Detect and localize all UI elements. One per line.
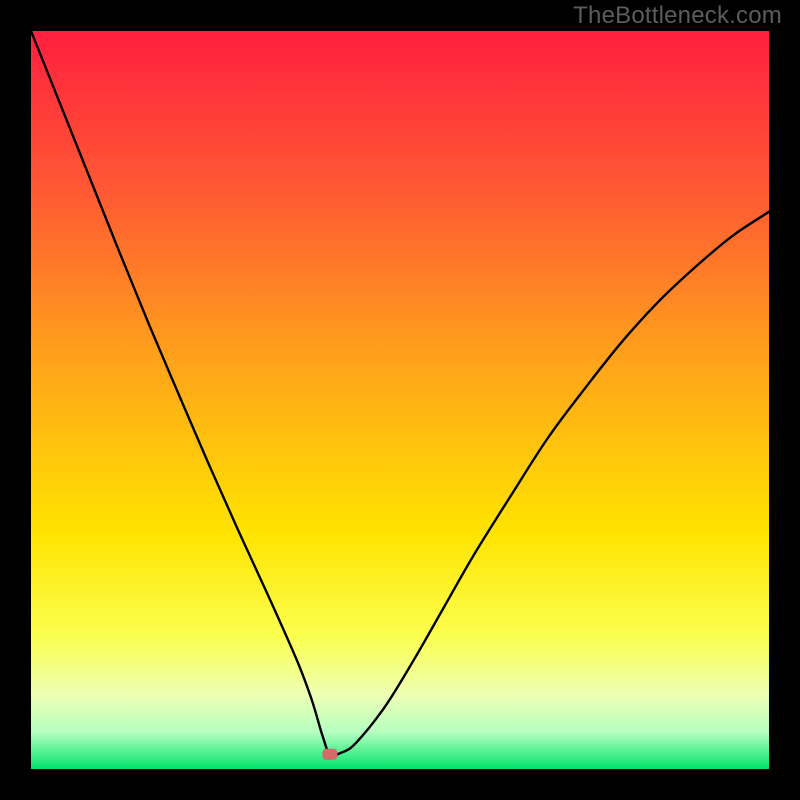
bottleneck-plot: [31, 31, 769, 769]
gradient-panel: [31, 31, 769, 769]
optimum-marker: [322, 749, 337, 760]
chart-frame: TheBottleneck.com: [0, 0, 800, 800]
watermark-text: TheBottleneck.com: [573, 2, 782, 30]
